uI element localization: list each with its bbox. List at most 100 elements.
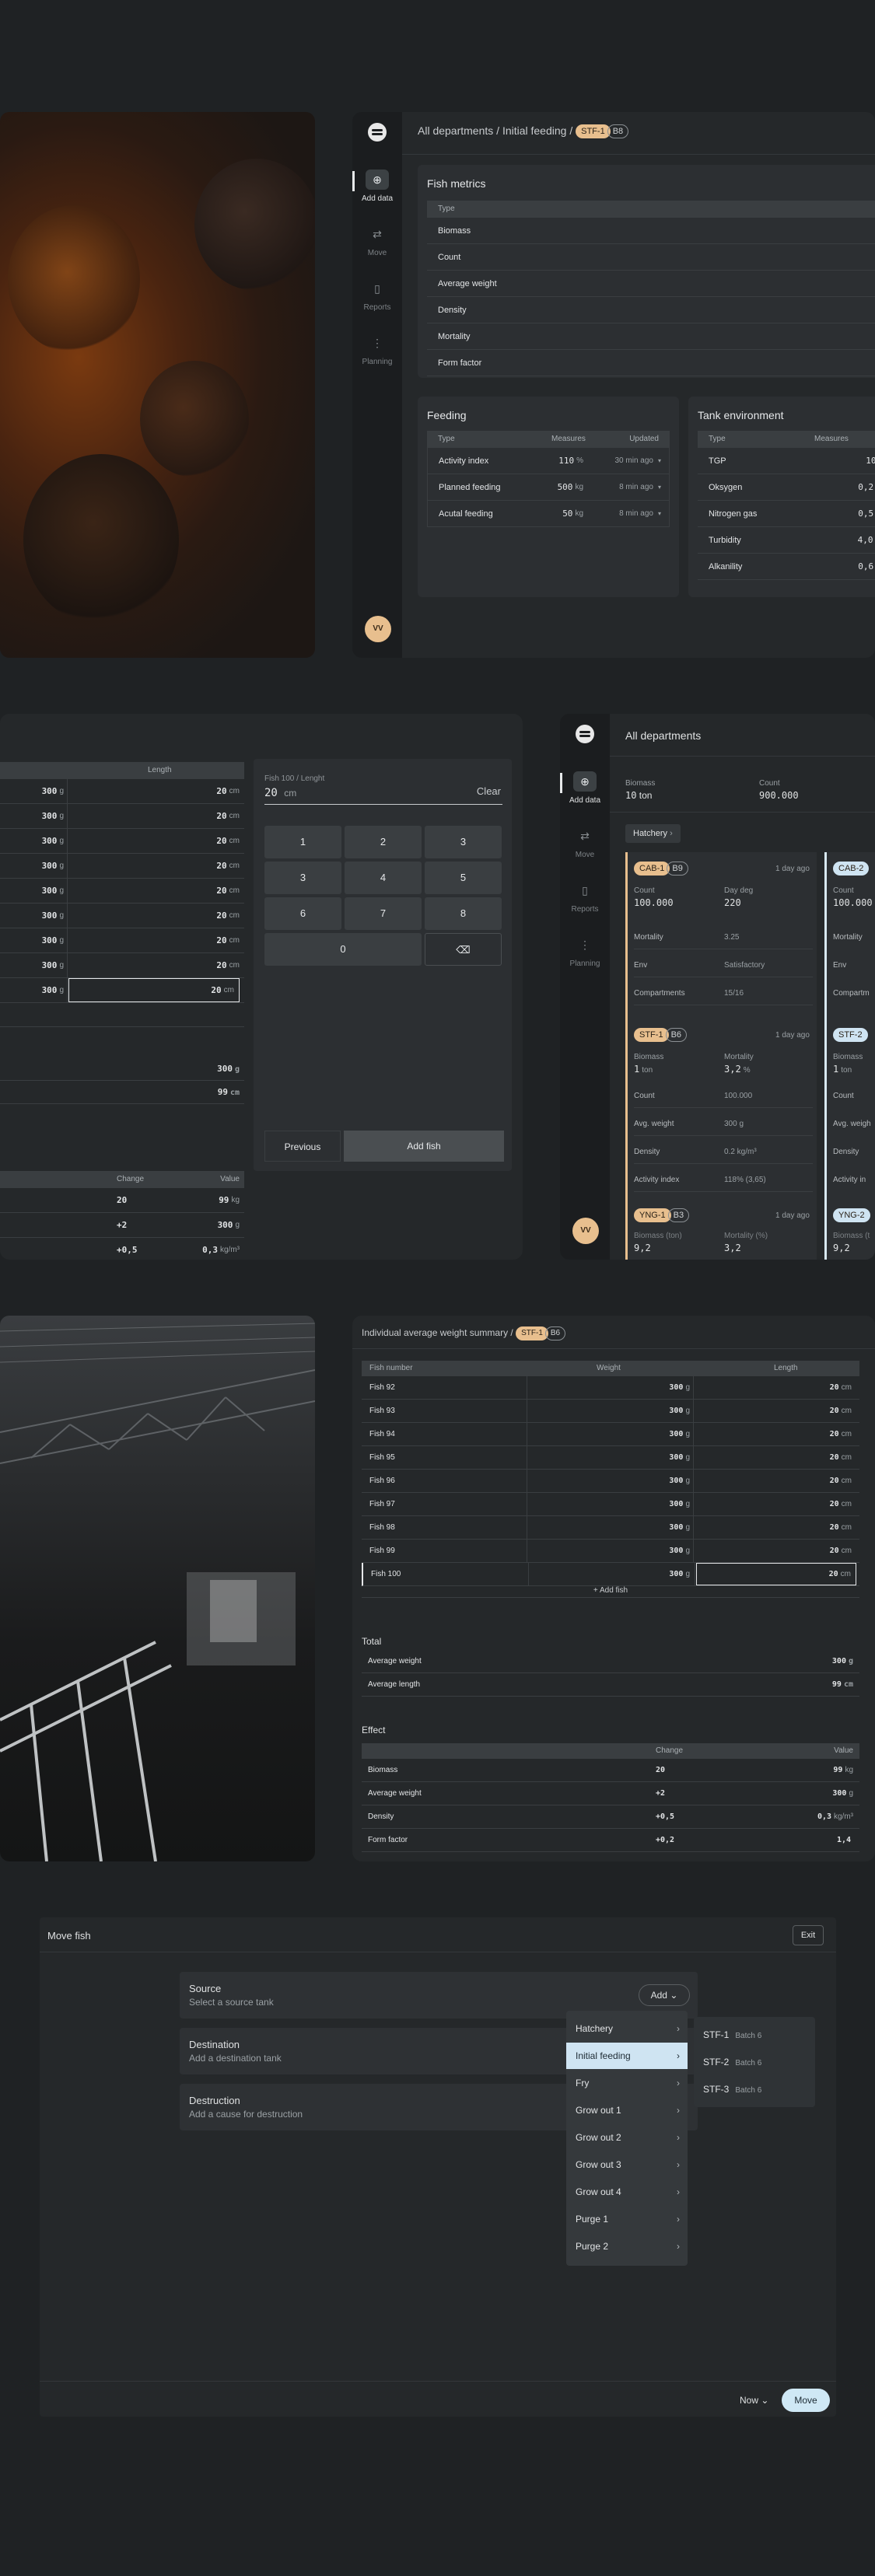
length-cell[interactable]: 20 cm [68, 854, 240, 878]
table-row[interactable]: Fish 94 300 g 20 cm [362, 1423, 859, 1446]
avatar[interactable]: VV [572, 1218, 599, 1244]
add-source-button[interactable]: Add ⌄ [639, 1984, 690, 2006]
keypad-key[interactable]: 4 [345, 862, 422, 894]
keypad-key[interactable]: 6 [264, 897, 341, 930]
keypad-key[interactable]: 8 [425, 897, 502, 930]
tank-option[interactable]: STF-1 Batch 6 [694, 2022, 815, 2048]
tank-card[interactable]: CAB-1 B9 1 day ago Count 100.000 Day deg 220 Mo… [628, 852, 817, 1020]
dropdown-item[interactable]: Initial feeding › [566, 2043, 688, 2069]
length-cell[interactable]: 20 cm [695, 1540, 856, 1562]
feeding-row[interactable]: Acutal feeding 50 kg 8 min ago ▾ [427, 501, 670, 527]
table-row[interactable]: 300 g 20 cm [0, 879, 244, 904]
length-cell[interactable]: 20 cm [68, 904, 240, 928]
fish-metric-row[interactable]: Density [427, 297, 875, 323]
dropdown-item[interactable]: Grow out 2 › [566, 2124, 688, 2151]
table-row[interactable]: 300 g 20 cm [0, 779, 244, 804]
dropdown-item[interactable]: Grow out 1 › [566, 2097, 688, 2123]
length-cell[interactable]: 20 cm [68, 779, 240, 803]
table-row[interactable]: Fish 93 300 g 20 cm [362, 1400, 859, 1423]
table-row[interactable]: 300 g 20 cm [0, 978, 244, 1003]
table-row[interactable]: 300 g 20 cm [0, 904, 244, 928]
nav-planning[interactable]: ⋮ Planning [560, 935, 610, 968]
dropdown-item[interactable]: Grow out 3 › [566, 2151, 688, 2178]
tank-env-row[interactable]: Oksygen0,2mg/l [698, 474, 875, 501]
tank-env-row[interactable]: Alkanility0,6mg/l [698, 554, 875, 580]
length-cell[interactable]: 20 cm [695, 1493, 856, 1515]
table-row[interactable]: 300 g 20 cm [0, 854, 244, 879]
exit-button[interactable]: Exit [793, 1925, 824, 1945]
add-fish-button[interactable]: Add fish [344, 1131, 504, 1162]
nav-reports[interactable]: ▯ Reports [352, 278, 402, 312]
table-row[interactable]: Fish 99 300 g 20 cm [362, 1540, 859, 1563]
length-cell[interactable]: 20 cm [695, 1516, 856, 1539]
nav-add-data[interactable]: ⊕ Add data [560, 771, 610, 805]
nav-planning[interactable]: ⋮ Planning [352, 333, 402, 366]
keypad-key[interactable]: 1 [264, 826, 341, 858]
tank-env-row[interactable]: TGP100% [698, 448, 875, 474]
active-length-cell[interactable]: 20 cm [68, 978, 240, 1002]
length-cell[interactable]: 20 cm [695, 1423, 856, 1445]
tank-option[interactable]: STF-3 Batch 6 [694, 2076, 815, 2102]
feeding-row[interactable]: Planned feeding 500 kg 8 min ago ▾ [427, 474, 670, 501]
length-cell[interactable]: 20 cm [695, 1376, 856, 1399]
keypad-key[interactable]: 3 [425, 826, 502, 858]
length-cell[interactable]: 20 cm [695, 1470, 856, 1492]
table-row[interactable]: Fish 98 300 g 20 cm [362, 1516, 859, 1540]
keypad-key[interactable]: 5 [425, 862, 502, 894]
fish-metric-row[interactable]: Mortality [427, 323, 875, 350]
now-dropdown[interactable]: Now ⌄ [740, 2395, 768, 2406]
length-cell[interactable]: 20 cm [695, 1446, 856, 1469]
length-cell[interactable]: 20 cm [68, 953, 240, 977]
table-row[interactable]: 300 g 20 cm [0, 804, 244, 829]
table-row[interactable]: 300 g 20 cm [0, 953, 244, 978]
nav-reports[interactable]: ▯ Reports [560, 880, 610, 914]
keypad-key[interactable]: 2 [345, 826, 422, 858]
move-button[interactable]: Move [782, 2389, 830, 2412]
length-input[interactable]: 20 cm [264, 787, 296, 799]
tank-env-row[interactable]: Nitrogen gas0,5mg/l [698, 501, 875, 527]
fish-metric-row[interactable]: Biomass [427, 218, 875, 244]
tank-card[interactable]: CAB-2 Count 100.000 Mortality Env Compartm [827, 852, 875, 1020]
table-row[interactable]: Fish 95 300 g 20 cm [362, 1446, 859, 1470]
tank-card[interactable]: STF-2 Biomass 1 ton Count Avg. weigh Density Ac… [827, 1020, 875, 1199]
tank-card[interactable]: YNG-1 B3 1 day ago Biomass (ton) 9,2 Mortalit… [628, 1199, 817, 1260]
tank-card[interactable]: YNG-2 Biomass (t 9,2 [827, 1199, 875, 1260]
tank-card[interactable]: STF-1 B6 1 day ago Biomass 1 ton Mortality 3,2%… [628, 1020, 817, 1199]
keypad-key[interactable]: 3 [264, 862, 341, 894]
keypad-key-zero[interactable]: 0 [264, 933, 422, 966]
backspace-button[interactable]: ⌫ [425, 933, 502, 966]
breadcrumb-text[interactable]: All departments / Initial feeding / [418, 124, 572, 137]
nav-add-data[interactable]: ⊕ Add data [352, 170, 402, 203]
previous-button[interactable]: Previous [264, 1131, 341, 1162]
dropdown-item[interactable]: Grow out 4 › [566, 2179, 688, 2205]
avatar[interactable]: VV [365, 616, 391, 642]
add-fish-link[interactable]: + Add fish [362, 1586, 859, 1595]
hatchery-button[interactable]: Hatchery › [625, 824, 681, 843]
dropdown-item[interactable]: Fry › [566, 2070, 688, 2096]
length-cell[interactable]: 20 cm [68, 928, 240, 952]
tank-option[interactable]: STF-2 Batch 6 [694, 2049, 815, 2075]
keypad-key[interactable]: 7 [345, 897, 422, 930]
table-row[interactable]: 300 g 20 cm [0, 928, 244, 953]
length-cell[interactable]: 20 cm [68, 829, 240, 853]
length-cell[interactable]: 20 cm [695, 1400, 856, 1422]
dropdown-item[interactable]: Purge 2 › [566, 2233, 688, 2260]
active-length-cell[interactable]: 20 cm [696, 1563, 856, 1585]
fish-metric-row[interactable]: Form factor [427, 350, 875, 376]
nav-move[interactable]: ⇄ Move [560, 826, 610, 859]
length-cell[interactable]: 20 cm [68, 804, 240, 828]
length-cell[interactable]: 20 cm [68, 879, 240, 903]
feeding-row[interactable]: Activity index 110% 30 min ago ▾ [427, 448, 670, 474]
fish-metric-row[interactable]: Average weight [427, 271, 875, 297]
table-row[interactable]: Fish 92 300 g 20 cm [362, 1376, 859, 1400]
table-row[interactable]: Fish 100 300 g 20 cm [362, 1563, 859, 1586]
tank-env-row[interactable]: Turbidity4,0FAU [698, 527, 875, 554]
fish-metric-row[interactable]: Count [427, 244, 875, 271]
nav-move[interactable]: ⇄ Move [352, 224, 402, 257]
clear-button[interactable]: Clear [477, 785, 501, 797]
dropdown-item[interactable]: Hatchery › [566, 2015, 688, 2042]
dropdown-item[interactable]: Purge 1 › [566, 2206, 688, 2232]
table-row[interactable]: Fish 96 300 g 20 cm [362, 1470, 859, 1493]
table-row[interactable]: 300 g 20 cm [0, 829, 244, 854]
table-row[interactable]: Fish 97 300 g 20 cm [362, 1493, 859, 1516]
